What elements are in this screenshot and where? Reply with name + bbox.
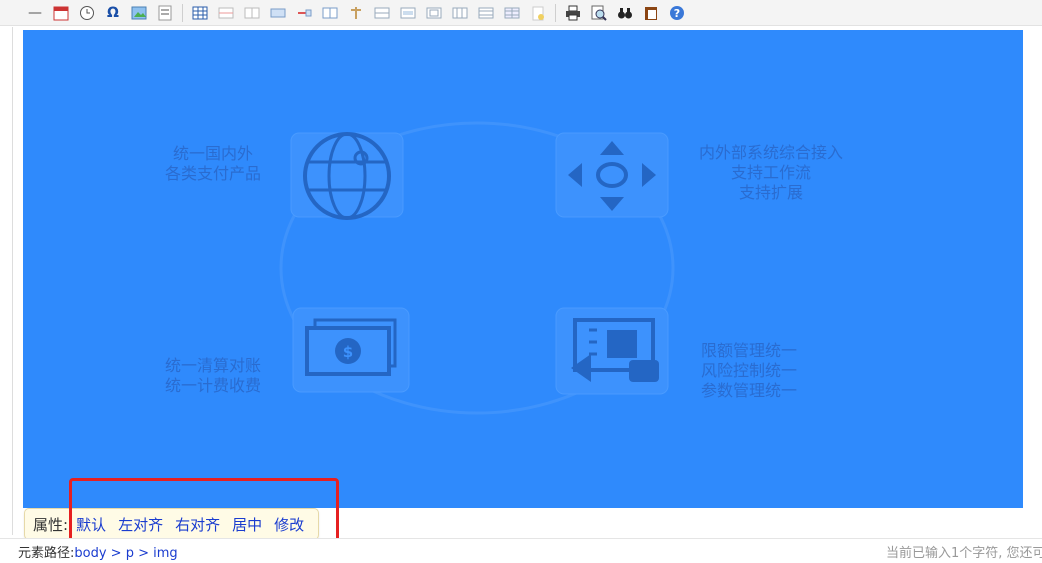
feature-settlement-text: 统一清算对账 统一计费收费 — [165, 356, 262, 395]
attribute-label: 属性: — [33, 515, 69, 534]
feature-integration-text: 内外部系统综合接入 支持工作流 支持扩展 — [699, 143, 844, 202]
element-path-label: 元素路径: — [18, 546, 75, 561]
insert-image-icon[interactable] — [126, 2, 152, 24]
selected-image[interactable]: $ 统一国内外 各类支付产品 内外部系统综合接入 支持工作流 支持扩展 统一清算… — [23, 30, 1023, 508]
cell-icon[interactable] — [499, 2, 525, 24]
clock-icon[interactable] — [74, 2, 100, 24]
cell-icon[interactable] — [447, 2, 473, 24]
horizontal-rule-icon[interactable]: — — [22, 2, 48, 24]
feature-risk-text: 限额管理统一 风险控制统一 参数管理统一 — [701, 341, 798, 400]
toolbar-separator — [182, 3, 183, 22]
merge-icon[interactable] — [265, 2, 291, 24]
omega-icon[interactable]: Ω — [100, 2, 126, 24]
template-icon[interactable] — [152, 2, 178, 24]
table-icon[interactable] — [187, 2, 213, 24]
editor-toolbar: — Ω ? — [0, 0, 1042, 26]
help-icon[interactable]: ? — [664, 2, 690, 24]
touch-screen-icon — [555, 307, 669, 395]
search-icon[interactable] — [612, 2, 638, 24]
money-icon: $ — [292, 307, 410, 393]
feature-payment-text: 统一国内外 各类支付产品 — [165, 144, 262, 183]
delete-row-icon[interactable] — [343, 2, 369, 24]
element-path-value[interactable]: body > p > img — [74, 546, 177, 561]
cell-icon[interactable] — [395, 2, 421, 24]
element-path: 元素路径:body > p > img — [18, 542, 178, 561]
insert-col-icon[interactable] — [239, 2, 265, 24]
svg-text:$: $ — [343, 343, 353, 361]
paste-word-icon[interactable] — [638, 2, 664, 24]
cell-icon[interactable] — [421, 2, 447, 24]
direction-pad-icon — [555, 132, 669, 218]
preview-icon[interactable] — [586, 2, 612, 24]
status-bar: 元素路径:body > p > img 当前已输入1个字符, 您还可以输入 — [0, 538, 1042, 563]
paste-icon[interactable] — [525, 2, 551, 24]
svg-text:?: ? — [674, 7, 680, 20]
insert-row-icon[interactable] — [213, 2, 239, 24]
print-icon[interactable] — [560, 2, 586, 24]
delete-col-icon[interactable] — [317, 2, 343, 24]
char-count: 当前已输入1个字符, 您还可以输入 — [886, 546, 1042, 561]
globe-icon — [290, 132, 404, 220]
calendar-icon[interactable] — [48, 2, 74, 24]
toolbar-separator — [555, 3, 556, 22]
split-icon[interactable] — [291, 2, 317, 24]
cell-icon[interactable] — [369, 2, 395, 24]
cell-icon[interactable] — [473, 2, 499, 24]
